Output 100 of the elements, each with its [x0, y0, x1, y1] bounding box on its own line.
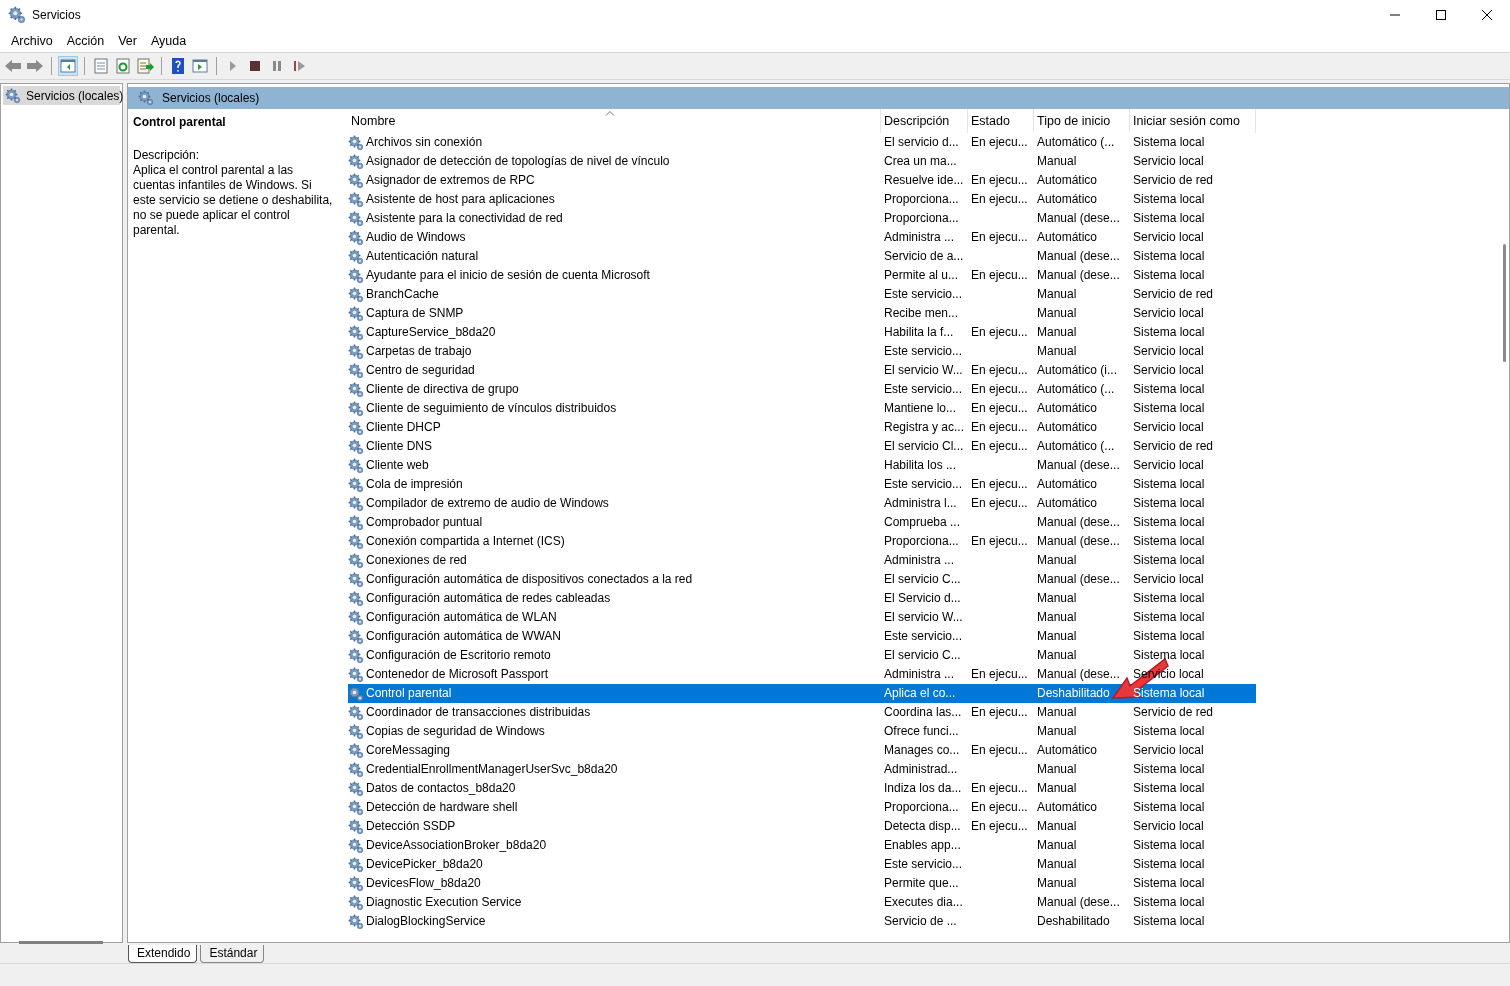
service-name: Diagnostic Execution Service	[366, 894, 522, 911]
table-cell-text: Habilita la f...	[883, 324, 955, 341]
gear-icon	[348, 818, 364, 835]
export-list-icon[interactable]	[136, 57, 154, 75]
table-row[interactable]: Asistente para la conectividad de red Proporciona... Manual (dese... Sistema local	[348, 209, 1256, 228]
table-row[interactable]: Configuración automática de WWAN Este servicio... Manual Sistema local	[348, 627, 1256, 646]
table-row[interactable]: Configuración automática de redes cableadas El Servicio d... Manual Sistema local	[348, 589, 1256, 608]
table-row[interactable]: Asignador de detección de topologías de nivel de vínculo Crea un ma... Manual Servicio local	[348, 152, 1256, 171]
table-cell-text: Administra ...	[883, 552, 956, 569]
app-icon	[8, 6, 26, 24]
properties-icon[interactable]	[92, 57, 110, 75]
table-cell-text: Sistema local	[1132, 514, 1206, 531]
table-cell-text: Servicio de red	[1132, 704, 1215, 721]
table-row[interactable]: DialogBlockingService Servicio de ... Deshabilitado Sistema local	[348, 912, 1256, 931]
table-row[interactable]: DevicesFlow_b8da20 Permite que... Manual Sistema local	[348, 874, 1256, 893]
table-row[interactable]: CaptureService_b8da20 Habilita la f... En ejecu... Manual Sistema local	[348, 323, 1256, 342]
view-tab[interactable]: Extendido	[128, 945, 198, 963]
gear-icon	[348, 381, 364, 398]
refresh-icon[interactable]	[114, 57, 132, 75]
table-cell-text: Manual	[1036, 818, 1078, 835]
table-row[interactable]: Asistente de host para aplicaciones Proporciona... En ejecu... Automático Sistema local	[348, 190, 1256, 209]
table-row[interactable]: Cliente de directiva de grupo Este servicio... En ejecu... Automático (... Sistema local	[348, 380, 1256, 399]
table-cell-text: Permite al u...	[883, 267, 960, 284]
gear-icon	[348, 210, 364, 227]
table-row[interactable]: Copias de seguridad de Windows Ofrece funci... Manual Sistema local	[348, 722, 1256, 741]
table-row[interactable]: Datos de contactos_b8da20 Indiza los da... En ejecu... Manual Sistema local	[348, 779, 1256, 798]
table-row[interactable]: Detección SSDP Detecta disp... En ejecu... Manual Servicio local	[348, 817, 1256, 836]
table-cell-text: Este servicio...	[883, 476, 964, 493]
scrollbar-thumb[interactable]	[1503, 244, 1506, 362]
service-name: Configuración automática de WLAN	[366, 609, 557, 626]
table-cell-text: Servicio local	[1132, 229, 1205, 246]
gear-icon	[348, 229, 364, 246]
table-row[interactable]: Comprobador puntual Comprueba ... Manual (dese... Sistema local	[348, 513, 1256, 532]
column-header[interactable]: Tipo de inicio	[1034, 109, 1130, 133]
table-row[interactable]: Configuración automática de dispositivos conectados a la red El servicio C... Manual (dese... Servicio local	[348, 570, 1256, 589]
table-row[interactable]: Captura de SNMP Recibe men... Manual Servicio local	[348, 304, 1256, 323]
table-row[interactable]: Carpetas de trabajo Este servicio... Manual Servicio local	[348, 342, 1256, 361]
column-header[interactable]: Nombre	[348, 109, 881, 133]
table-row[interactable]: CredentialEnrollmentManagerUserSvc_b8da20 Administrad... Manual Sistema local	[348, 760, 1256, 779]
table-cell-text: En ejecu...	[970, 533, 1029, 550]
back-arrow-icon[interactable]	[4, 57, 22, 75]
gear-icon	[348, 457, 364, 474]
table-row[interactable]: Cliente DHCP Registra y ac... En ejecu... Automático Servicio local	[348, 418, 1256, 437]
table-row[interactable]: Coordinador de transacciones distribuidas Coordina las... En ejecu... Manual Servicio de red	[348, 703, 1256, 722]
table-row[interactable]: Conexión compartida a Internet (ICS) Proporciona... En ejecu... Manual (dese... Sistema local	[348, 532, 1256, 551]
table-cell-text: El servicio Cl...	[883, 438, 965, 455]
table-row[interactable]: Detección de hardware shell Proporciona... En ejecu... Automático Sistema local	[348, 798, 1256, 817]
gear-icon	[348, 400, 364, 417]
table-row[interactable]: CoreMessaging Manages co... En ejecu... Automático Servicio local	[348, 741, 1256, 760]
table-row[interactable]: Conexiones de red Administra ... Manual Sistema local	[348, 551, 1256, 570]
table-cell-text: Manual (dese...	[1036, 457, 1121, 474]
table-row[interactable]: Compilador de extremo de audio de Windows Administra l... En ejecu... Automático Sistema local	[348, 494, 1256, 513]
table-cell-text: Recibe men...	[883, 305, 960, 322]
table-row[interactable]: Autenticación natural Servicio de a... Manual (dese... Sistema local	[348, 247, 1256, 266]
table-row[interactable]: Configuración automática de WLAN El servicio W... Manual Sistema local	[348, 608, 1256, 627]
sort-icon	[605, 110, 615, 116]
menu-item[interactable]: Acción	[59, 34, 112, 48]
table-row[interactable]: Asignador de extremos de RPC Resuelve ide... En ejecu... Automático Servicio de red	[348, 171, 1256, 190]
console-tree-icon[interactable]	[59, 57, 77, 75]
gear-icon	[348, 362, 364, 379]
table-cell-text: Manual (dese...	[1036, 533, 1121, 550]
table-cell-text: Sistema local	[1132, 761, 1206, 778]
gear-icon	[348, 286, 364, 303]
menu-item[interactable]: Ayuda	[144, 34, 194, 48]
service-name: Coordinador de transacciones distribuidas	[366, 704, 591, 721]
table-cell-text: Mantiene lo...	[883, 400, 958, 417]
scrollbar-thumb[interactable]	[19, 941, 103, 944]
table-row[interactable]: DevicePicker_b8da20 Este servicio... Manual Sistema local	[348, 855, 1256, 874]
column-header[interactable]: Estado	[968, 109, 1034, 133]
table-row[interactable]: Audio de Windows Administra ... En ejecu... Automático Servicio local	[348, 228, 1256, 247]
view-tab[interactable]: Estándar	[200, 945, 265, 963]
table-cell-text: Automático (...	[1036, 381, 1116, 398]
table-row[interactable]: Ayudante para el inicio de sesión de cuenta Microsoft Permite al u... En ejecu... Manual (dese... Sistema local	[348, 266, 1256, 285]
description-text: Aplica el control parental a las cuentas infantiles de Windows. Si este servicio se detiene o deshabilita, no se puede aplicar el control parental.	[133, 163, 333, 238]
table-row[interactable]: Diagnostic Execution Service Executes dia... Manual (dese... Sistema local	[348, 893, 1256, 912]
table-cell-text: Sistema local	[1132, 400, 1206, 417]
table-cell-text: El servicio W...	[883, 609, 964, 626]
table-cell-text: Administra ...	[883, 666, 956, 683]
description-label: Descripción:	[133, 148, 201, 163]
table-row[interactable]: Cliente web Habilita los ... Manual (dese... Servicio local	[348, 456, 1256, 475]
table-row[interactable]: Centro de seguridad El servicio W... En ejecu... Automático (i... Servicio local	[348, 361, 1256, 380]
column-header[interactable]: Descripción	[881, 109, 968, 133]
gear-icon	[348, 343, 364, 360]
table-cell-text: En ejecu...	[970, 704, 1029, 721]
column-header[interactable]: Iniciar sesión como	[1130, 109, 1256, 133]
table-cell-text: Manual	[1036, 609, 1078, 626]
gear-icon	[348, 837, 364, 854]
table-row[interactable]: Configuración de Escritorio remoto El servicio C... Manual Sistema local	[348, 646, 1256, 665]
table-row[interactable]: Archivos sin conexión El servicio d... En ejecu... Automático (... Sistema local	[348, 133, 1256, 152]
table-row[interactable]: DeviceAssociationBroker_b8da20 Enables app... Manual Sistema local	[348, 836, 1256, 855]
service-name: Configuración automática de dispositivos conectados a la red	[366, 571, 693, 588]
table-row[interactable]: BranchCache Este servicio... Manual Servicio de red	[348, 285, 1256, 304]
menu-item[interactable]: Archivo	[4, 34, 60, 48]
forward-arrow-icon[interactable]	[26, 57, 44, 75]
help-icon[interactable]	[169, 57, 187, 75]
table-row[interactable]: Cola de impresión Este servicio... En ejecu... Automático Sistema local	[348, 475, 1256, 494]
table-row[interactable]: Cliente DNS El servicio Cl... En ejecu... Automático (... Servicio de red	[348, 437, 1256, 456]
menu-item[interactable]: Ver	[111, 34, 144, 48]
window-play-icon[interactable]	[191, 57, 209, 75]
table-row[interactable]: Cliente de seguimiento de vínculos distribuidos Mantiene lo... En ejecu... Automático Sistema local	[348, 399, 1256, 418]
